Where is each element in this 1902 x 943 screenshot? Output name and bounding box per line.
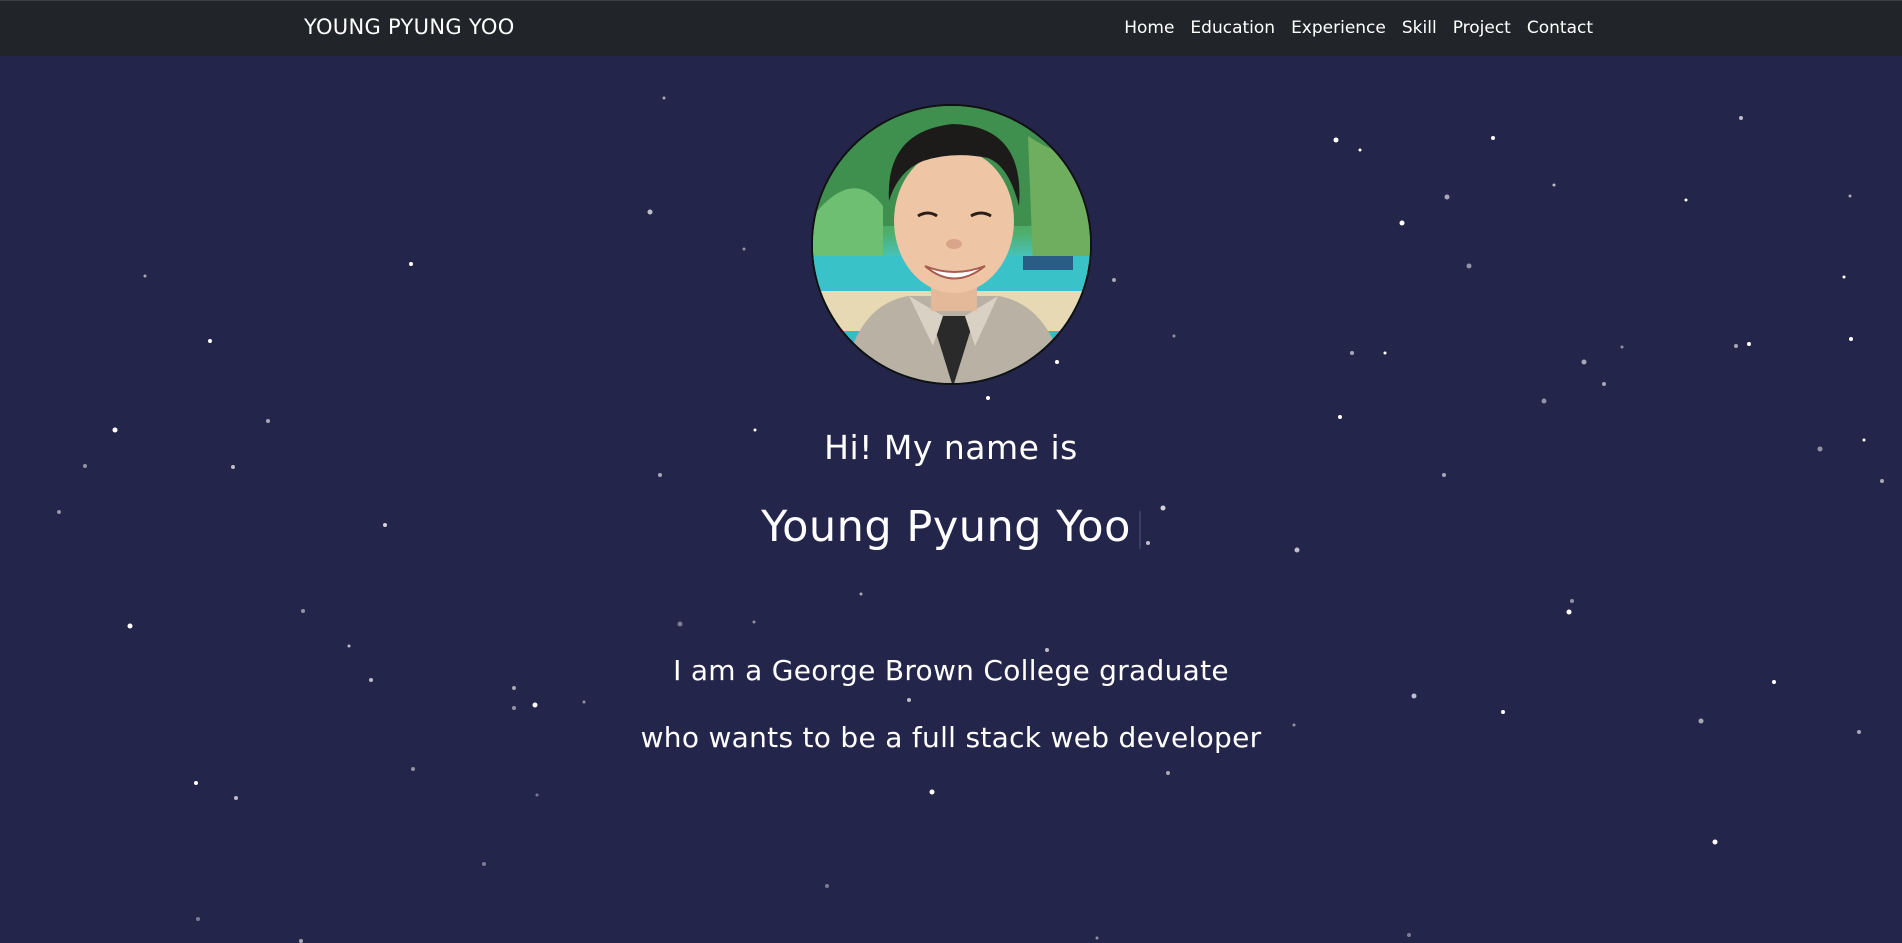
- nav-links: Home Education Experience Skill Project …: [1124, 18, 1593, 38]
- navbar: YOUNG PYUNG YOO Home Education Experienc…: [0, 0, 1902, 56]
- profile-avatar: [811, 104, 1092, 385]
- typing-cursor: [1138, 510, 1141, 549]
- hero-tagline-line2: who wants to be a full stack web develop…: [640, 721, 1262, 754]
- nav-link-education[interactable]: Education: [1190, 18, 1275, 38]
- brand-link[interactable]: YOUNG PYUNG YOO: [304, 15, 515, 39]
- hero-name-text: Young Pyung Yoo: [761, 502, 1131, 552]
- nav-link-project[interactable]: Project: [1453, 18, 1511, 38]
- hero-greeting: Hi! My name is: [824, 428, 1078, 467]
- nav-link-skill[interactable]: Skill: [1402, 18, 1437, 38]
- nav-link-experience[interactable]: Experience: [1291, 18, 1386, 38]
- profile-photo-icon: [813, 106, 1090, 383]
- nav-link-contact[interactable]: Contact: [1527, 18, 1593, 38]
- nav-link-home[interactable]: Home: [1124, 18, 1174, 38]
- hero-name: Young Pyung Yoo: [0, 502, 1902, 552]
- hero-tagline-line1: I am a George Brown College graduate: [673, 654, 1229, 687]
